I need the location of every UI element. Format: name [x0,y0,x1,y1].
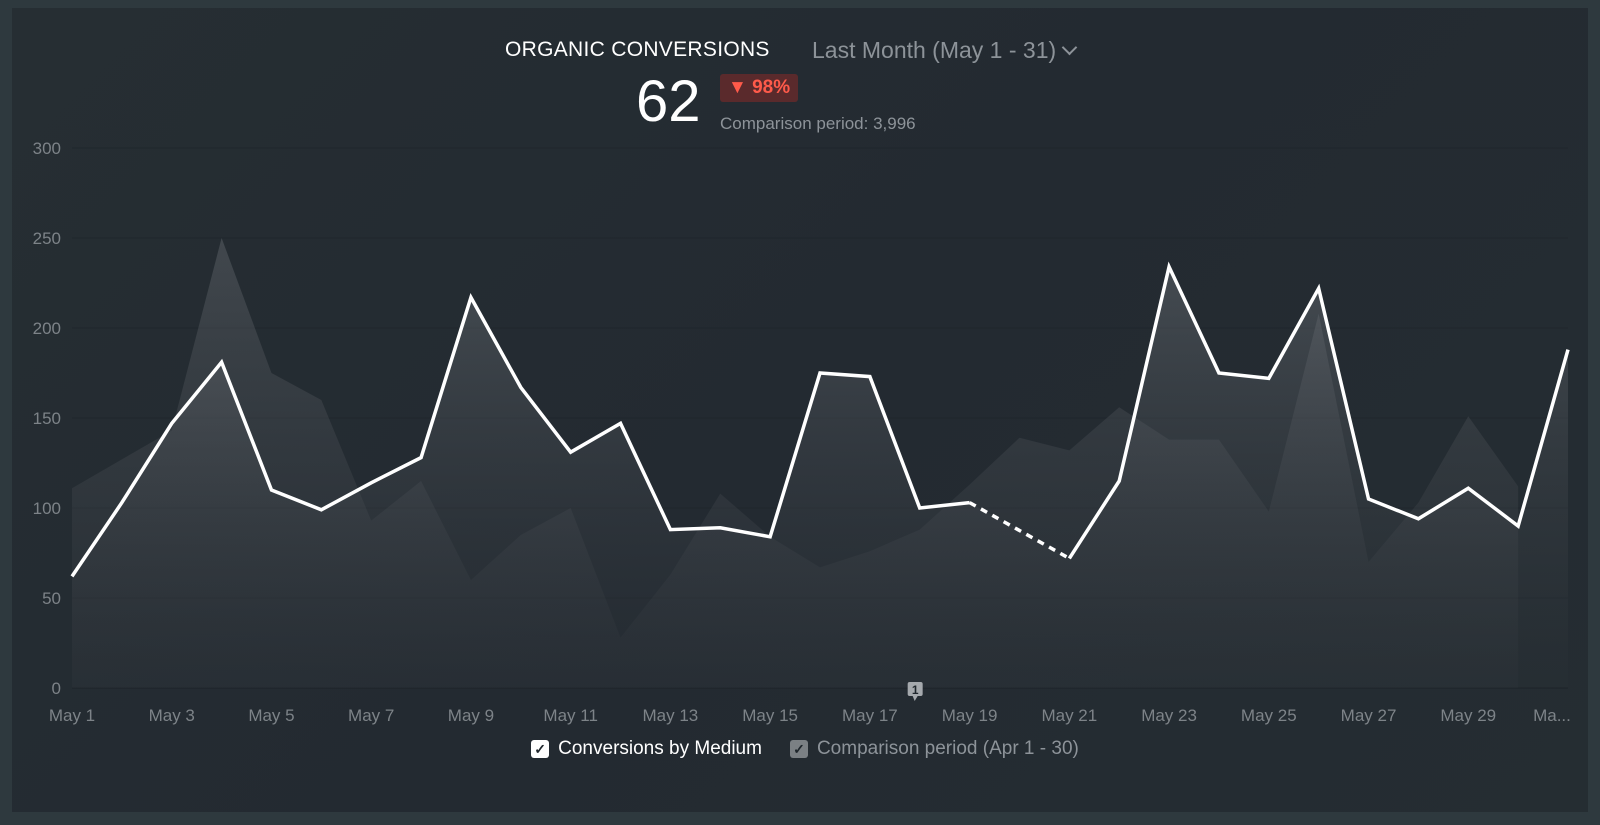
x-tick-label: May 1 [49,706,95,725]
x-tick-label: May 29 [1440,706,1496,725]
y-tick-label: 300 [33,139,61,158]
x-tick-label: May 15 [742,706,798,725]
y-tick-label: 0 [52,679,61,698]
annotation-marker[interactable]: 1 [907,682,923,701]
x-tick-label: May 13 [643,706,699,725]
y-axis: 0 50 100 150 200 250 300 [33,139,61,698]
x-tick-label: May 23 [1141,706,1197,725]
x-tick-label: May 25 [1241,706,1297,725]
annotations: 1 [907,682,923,701]
x-axis: May 1 May 3 May 5 May 7 May 9 May 11 May 13 May… [49,706,1571,725]
legend-label: Comparison period (Apr 1 - 30) [816,738,1079,759]
y-tick-label: 250 [33,229,61,248]
legend-item-conversions[interactable]: ✓ Conversions by Medium [531,738,762,760]
line-chart: 050100150200250300 May 1 May 3 May 5 May 7M… [33,139,1571,725]
y-tick-label: 100 [33,499,61,518]
x-tick-label: May 17 [842,706,898,725]
x-tick-label: May 9 [448,706,494,725]
checkbox-checked-icon[interactable]: ✓ [531,740,550,758]
x-tick-label: May 5 [248,706,294,725]
x-tick-label: May 3 [149,706,195,725]
x-tick-label: May 11 [543,706,598,725]
legend-item-comparison[interactable]: ✓ Comparison period (Apr 1 - 30) [789,738,1079,760]
x-tick-label: May 7 [348,706,394,725]
y-tick-label: 150 [33,409,61,428]
x-tick-label: May 19 [942,706,998,725]
legend-label: Conversions by Medium [558,738,762,759]
x-tick-label: May 21 [1041,706,1097,725]
y-tick-label: 200 [33,319,61,338]
x-tick-label: May 27 [1341,706,1397,725]
x-tick-label: Ma... [1533,706,1571,725]
checkbox-checked-icon[interactable]: ✓ [789,740,808,758]
series-areas [72,238,1568,688]
legend: ✓ Conversions by Medium ✓ Comparison per… [0,738,1600,760]
y-tick-label: 50 [42,589,61,608]
annotation-count: 1 [912,683,919,697]
